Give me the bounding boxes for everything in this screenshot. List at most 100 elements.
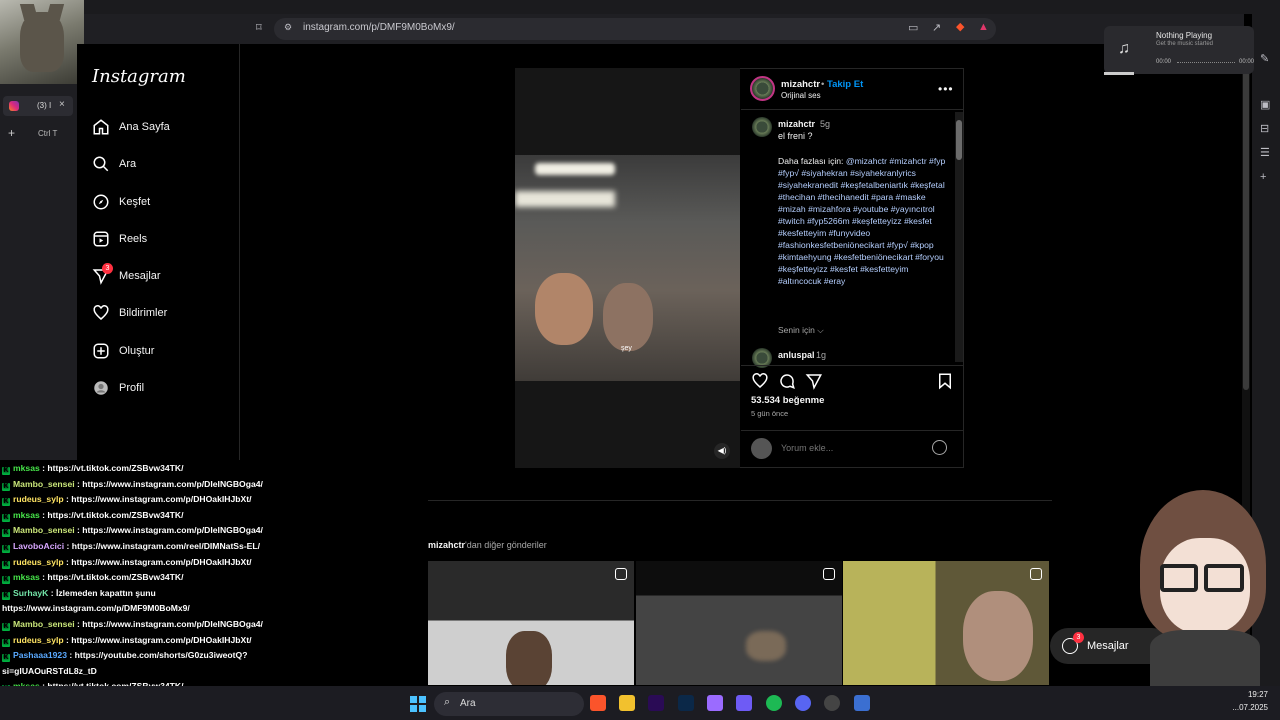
- brave-rewards-icon[interactable]: ▲: [978, 22, 989, 33]
- close-tab-icon[interactable]: ×: [59, 99, 65, 110]
- chat-text: : İzlemeden kapattın şunu: [48, 587, 156, 598]
- media-time-start: 00:00: [1156, 59, 1172, 65]
- app-icon[interactable]: [707, 695, 723, 711]
- photoshop-icon[interactable]: [678, 695, 694, 711]
- save-bookmark-icon[interactable]: [936, 372, 954, 390]
- post-video[interactable]: şey: [515, 68, 740, 468]
- bookmark-icon[interactable]: ⌑: [256, 23, 262, 34]
- reel-icon: [615, 568, 627, 580]
- new-tab-shortcut-hint: Ctrl T: [38, 129, 58, 138]
- window-titlebar: [0, 0, 1280, 14]
- windows-taskbar: [0, 686, 1280, 720]
- clock-time[interactable]: 19:27: [1222, 690, 1268, 699]
- caption-hashtags[interactable]: @mizahctr #mizahctr #fyp #fyp√ #siyahekr…: [778, 156, 945, 286]
- chat-username: mksas: [13, 572, 40, 583]
- comment-bubble-icon[interactable]: [778, 372, 796, 390]
- instagram-favicon-icon: [9, 101, 19, 111]
- author-avatar[interactable]: [750, 76, 775, 101]
- chat-username: rudeus_sylp: [13, 556, 64, 567]
- tab-label: (3) I: [37, 101, 52, 110]
- nav-label: Bildirimler: [119, 307, 168, 319]
- share-icon[interactable]: ↗: [932, 23, 941, 34]
- comment-input[interactable]: [781, 443, 921, 453]
- heart-icon: [93, 305, 109, 320]
- caption-username[interactable]: mizahctr: [778, 119, 815, 129]
- chat-text: : https://vt.tiktok.com/ZSBvw34TK/: [39, 509, 184, 520]
- music-note-icon: ♫: [1118, 40, 1130, 57]
- nav-reels[interactable]: Reels: [84, 225, 234, 255]
- instagram-logo[interactable]: Instagram: [92, 66, 186, 87]
- chat-message: K Mambo_sensei : https://www.instagram.co…: [2, 619, 263, 631]
- stream-chat-overlay: Kmksas : https://vt.tiktok.com/ZSBvw34TK…: [0, 460, 300, 720]
- discord-icon[interactable]: [795, 695, 811, 711]
- follow-button[interactable]: Takip Et: [827, 79, 863, 90]
- audio-label[interactable]: Orijinal ses: [781, 91, 821, 100]
- search-icon: ⌕: [444, 696, 451, 708]
- obs-icon[interactable]: [824, 695, 840, 711]
- kick-badge-icon: K: [2, 591, 10, 600]
- new-tab-plus-icon[interactable]: +: [8, 126, 15, 140]
- more-post-thumbnail[interactable]: [428, 561, 634, 685]
- taskbar-search-label: Ara: [460, 698, 476, 709]
- messages-label: Mesajlar: [1087, 640, 1129, 652]
- like-heart-icon[interactable]: [751, 372, 769, 390]
- nav-profile[interactable]: Profil: [84, 374, 234, 404]
- comment-username[interactable]: anluspal: [778, 350, 815, 360]
- windows-start-icon[interactable]: [410, 696, 426, 712]
- chat-username: Mambo_sensei: [13, 525, 75, 536]
- more-post-thumbnail[interactable]: [843, 561, 1049, 685]
- nav-home[interactable]: Ana Sayfa: [84, 113, 234, 143]
- nav-messages[interactable]: 3 Mesajlar: [84, 262, 234, 292]
- caption-avatar[interactable]: [752, 117, 772, 137]
- scrollbar-thumb[interactable]: [1243, 50, 1249, 390]
- reel-icon: [823, 568, 835, 580]
- wallet-icon[interactable]: ▣: [1260, 100, 1270, 111]
- add-panel-icon[interactable]: +: [1260, 172, 1266, 183]
- app-icon[interactable]: [854, 695, 870, 711]
- caption-more-label: Daha fazlası için:: [778, 156, 844, 166]
- media-player-widget[interactable]: ♫ Nothing Playing Get the music started …: [1104, 26, 1254, 74]
- thumbnail-person: [963, 591, 1033, 681]
- bookmarks-panel-icon[interactable]: ⊟: [1260, 124, 1269, 135]
- cast-icon[interactable]: ▭: [908, 23, 918, 34]
- nav-explore[interactable]: Keşfet: [84, 188, 234, 218]
- unread-badge: 3: [102, 263, 113, 274]
- emoji-icon[interactable]: [932, 440, 947, 455]
- tab-instagram[interactable]: (3) I ×: [3, 96, 73, 116]
- more-post-thumbnail[interactable]: [636, 561, 842, 685]
- brave-browser-icon[interactable]: [590, 695, 606, 711]
- caption-time: 5g: [820, 119, 831, 129]
- author-username[interactable]: mizahctr: [781, 79, 820, 90]
- caption-scrollbar[interactable]: [955, 112, 963, 362]
- media-progress-bar[interactable]: [1177, 62, 1235, 63]
- like-count[interactable]: 53.534 beğenme: [751, 395, 824, 406]
- pin-icon[interactable]: ✎: [1260, 54, 1269, 65]
- clock-date[interactable]: ...07.2025: [1222, 703, 1268, 712]
- chat-username: Pashaaa1923: [13, 650, 67, 661]
- reading-list-icon[interactable]: ☰: [1260, 148, 1270, 159]
- spotify-icon[interactable]: [766, 695, 782, 711]
- kick-badge-icon: K: [2, 498, 10, 507]
- sound-icon[interactable]: ◀): [714, 443, 730, 459]
- nav-create[interactable]: Oluştur: [84, 337, 234, 367]
- taskbar-search[interactable]: ⌕ Ara: [434, 692, 584, 716]
- kick-badge-icon: K: [2, 482, 10, 491]
- chat-text: : https://vt.tiktok.com/ZSBvw34TK/: [39, 572, 184, 583]
- premiere-pro-icon[interactable]: [648, 695, 664, 711]
- more-posts-user[interactable]: mizahctr: [428, 540, 465, 550]
- scrollbar-thumb[interactable]: [956, 120, 962, 160]
- file-explorer-icon[interactable]: [619, 695, 635, 711]
- home-icon: [93, 119, 109, 135]
- nav-search[interactable]: Ara: [84, 150, 234, 180]
- chat-username: Mambo_sensei: [13, 619, 75, 629]
- webcam-overlay: [0, 0, 84, 84]
- chat-text: : https://www.instagram.com/reel/DIMNatS…: [64, 541, 261, 551]
- for-you-label[interactable]: Senin için ⌵: [778, 325, 824, 336]
- nav-notifications[interactable]: Bildirimler: [84, 299, 234, 329]
- share-send-icon[interactable]: [805, 372, 823, 390]
- site-settings-icon[interactable]: ⚙: [284, 23, 292, 32]
- brave-shield-icon[interactable]: ◆: [956, 22, 964, 33]
- more-options-icon[interactable]: •••: [938, 82, 954, 96]
- chat-text: : https://www.instagram.com/p/DIeINGBOga…: [74, 619, 263, 629]
- app-icon[interactable]: [736, 695, 752, 711]
